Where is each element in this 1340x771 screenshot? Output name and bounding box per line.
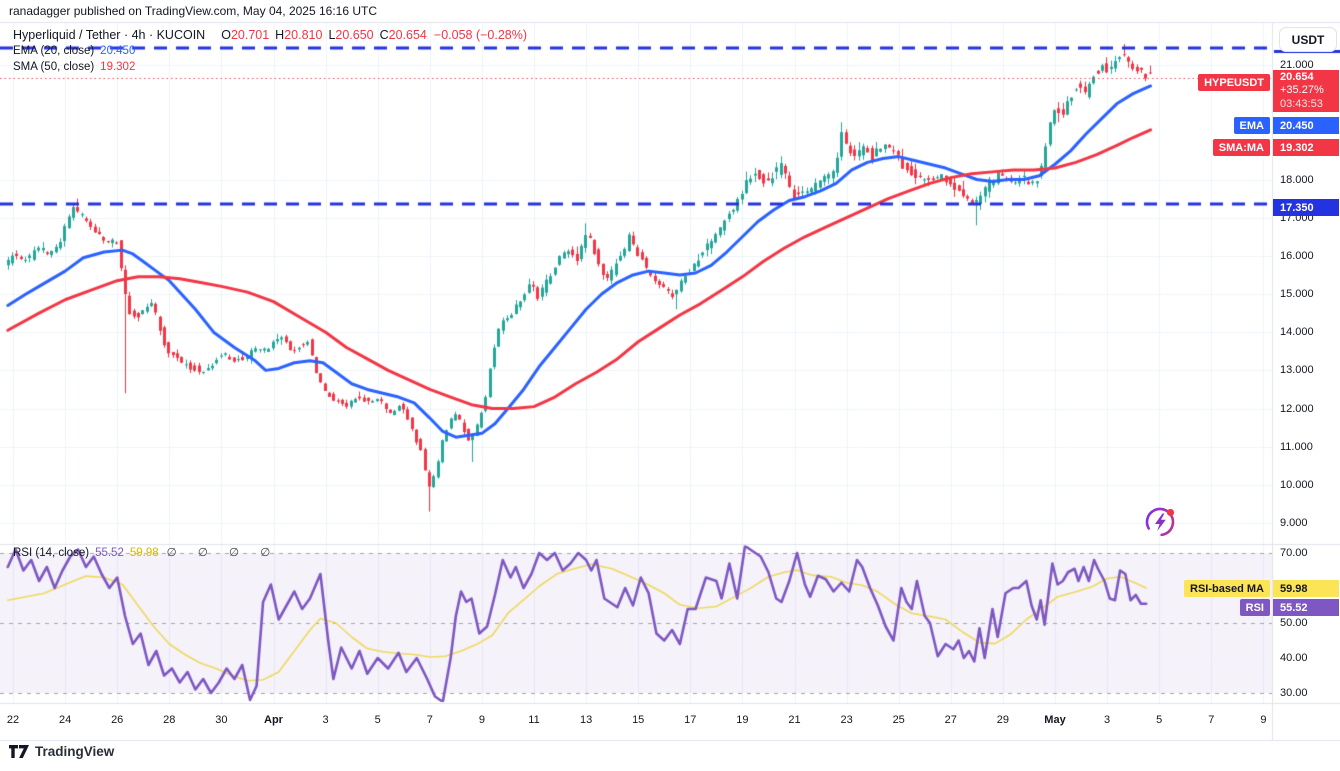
symbol-legend[interactable]: Hyperliquid / Tether · 4h · KUCOIN O20.70…	[13, 28, 527, 42]
change-value: −0.058 (−0.28%)	[434, 28, 527, 42]
price-axis-label: 11.000	[1280, 441, 1313, 453]
price-axis-label: 18.000	[1280, 174, 1314, 186]
currency-toggle-button[interactable]: USDT	[1279, 27, 1337, 52]
time-axis-label: 19	[736, 714, 748, 726]
rsi-axis-label: 40.00	[1280, 652, 1308, 664]
sma-price-badge: 19.302	[1273, 139, 1339, 156]
badge-change-pct: +35.27%	[1280, 84, 1339, 98]
price-axis-label: 10.000	[1280, 479, 1314, 491]
brand-text: TradingView	[35, 744, 114, 759]
rsi-empty-bands: ∅ ∅ ∅ ∅	[167, 547, 280, 559]
time-axis-label: 7	[1208, 714, 1214, 726]
time-axis-label: 5	[1156, 714, 1162, 726]
sma-legend[interactable]: SMA (50, close) 19.302	[13, 61, 135, 73]
time-axis-label: 5	[375, 714, 381, 726]
time-axis-label: 9	[1260, 714, 1266, 726]
time-axis-label: 13	[580, 714, 592, 726]
time-axis-label: 24	[59, 714, 71, 726]
time-axis-label: 23	[840, 714, 852, 726]
price-axis-label: 16.000	[1280, 250, 1314, 262]
flash-events-icon[interactable]	[1142, 503, 1179, 540]
price-axis-label: 13.000	[1280, 364, 1314, 376]
symbol-name-tag: HYPEUSDT	[1198, 74, 1270, 91]
time-axis-label: 22	[7, 714, 19, 726]
time-axis-label: 17	[684, 714, 696, 726]
rsi-value-badge: 55.52	[1273, 599, 1339, 616]
time-axis-label: 26	[111, 714, 123, 726]
time-axis-label: 28	[163, 714, 175, 726]
price-axis-label: 9.000	[1280, 517, 1308, 529]
rsi-axis-label: 70.00	[1280, 547, 1308, 559]
time-axis-label: 3	[323, 714, 329, 726]
time-axis-label: 3	[1104, 714, 1110, 726]
rsi-ma-value: 59.98	[130, 547, 159, 559]
price-axis-label: 15.000	[1280, 288, 1314, 300]
time-axis-label: 7	[427, 714, 433, 726]
ema-value: 20.450	[100, 45, 135, 57]
time-axis-label: 21	[788, 714, 800, 726]
rsi-axis-label: 30.00	[1280, 687, 1308, 699]
time-axis-label: May	[1044, 714, 1065, 726]
rsi-value: 55.52	[95, 547, 124, 559]
time-axis-label: 15	[632, 714, 644, 726]
low-value: 20.650	[335, 28, 373, 42]
symbol-price-badge: 20.654 +35.27% 03:43:53	[1273, 70, 1339, 112]
time-axis-label: 30	[215, 714, 227, 726]
sma-tag: SMA:MA	[1213, 139, 1270, 156]
sma-value: 19.302	[100, 61, 135, 73]
symbol-title: Hyperliquid / Tether · 4h · KUCOIN	[13, 28, 205, 42]
ema-tag: EMA	[1234, 117, 1270, 134]
sma-label: SMA (50, close)	[13, 61, 94, 73]
price-axis-label: 12.000	[1280, 403, 1314, 415]
close-label: C	[380, 28, 389, 42]
rsi-ma-tag: RSI-based MA	[1184, 580, 1270, 597]
open-label: O	[221, 28, 231, 42]
rsi-label: RSI (14, close)	[13, 547, 89, 559]
time-axis-label: 25	[893, 714, 905, 726]
time-axis-label: 11	[528, 714, 539, 726]
tradingview-logo[interactable]: TradingView	[8, 744, 114, 759]
badge-price: 20.654	[1280, 71, 1339, 85]
time-axis-label: 9	[479, 714, 485, 726]
close-value: 20.654	[389, 28, 427, 42]
badge-countdown: 03:43:53	[1280, 98, 1339, 112]
open-value: 20.701	[231, 28, 269, 42]
high-label: H	[275, 28, 284, 42]
ema-legend[interactable]: EMA (20, close) 20.450	[13, 45, 135, 57]
rsi-axis-label: 50.00	[1280, 617, 1308, 629]
time-axis-label: 29	[997, 714, 1009, 726]
rsi-tag: RSI	[1240, 599, 1270, 616]
high-value: 20.810	[284, 28, 322, 42]
level-price-badge: 17.350	[1273, 199, 1339, 216]
rsi-legend[interactable]: RSI (14, close) 55.52 59.98 ∅ ∅ ∅ ∅	[13, 545, 279, 559]
ema-label: EMA (20, close)	[13, 45, 94, 57]
time-axis-label: 27	[945, 714, 957, 726]
ema-price-badge: 20.450	[1273, 117, 1339, 134]
price-axis-label: 14.000	[1280, 326, 1314, 338]
published-byline: ranadagger published on TradingView.com,…	[9, 4, 377, 18]
tradingview-mark	[8, 744, 30, 759]
price-chart-canvas[interactable]	[0, 0, 1340, 771]
rsi-ma-value-badge: 59.98	[1273, 580, 1339, 597]
time-axis-label: Apr	[264, 714, 283, 726]
